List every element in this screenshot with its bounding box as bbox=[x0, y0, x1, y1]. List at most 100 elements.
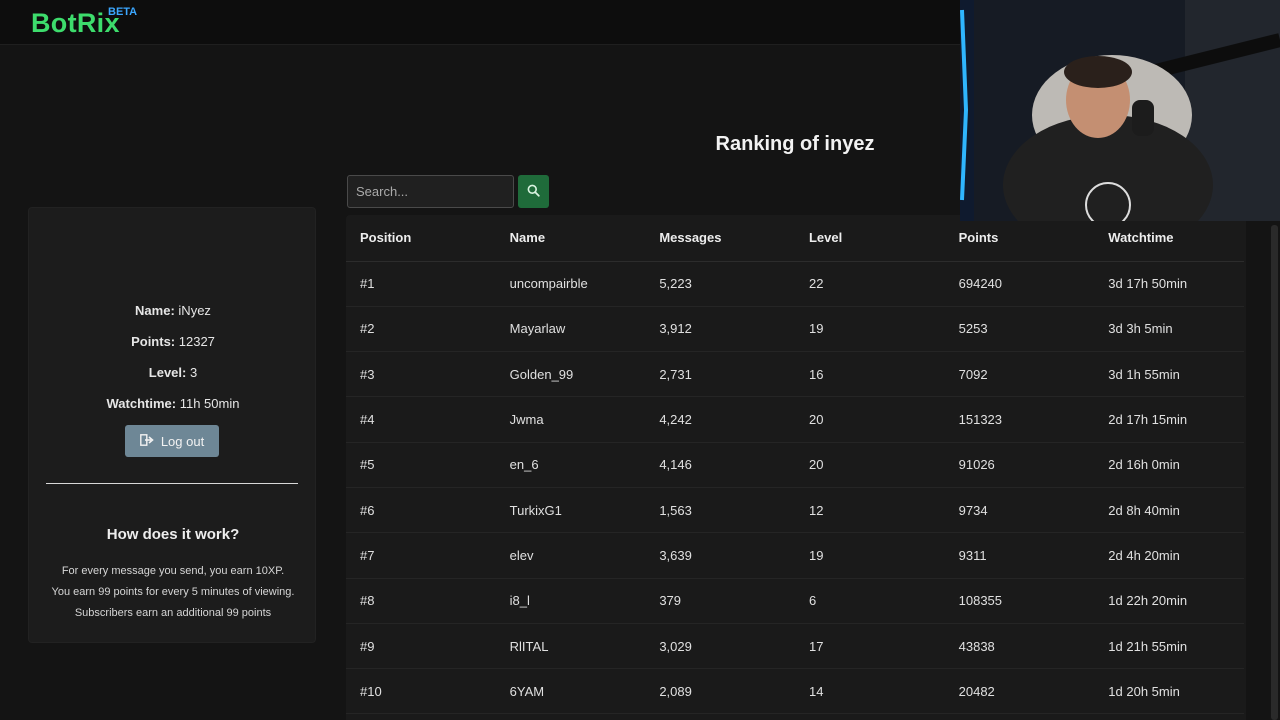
column-header-messages[interactable]: Messages bbox=[645, 215, 795, 262]
cell-points: 43838 bbox=[944, 623, 1095, 670]
profile-level: Level: 3 bbox=[29, 365, 317, 380]
cell-messages: 3,912 bbox=[645, 306, 795, 353]
how-line: Subscribers earn an additional 99 points bbox=[74, 607, 272, 619]
cell-name: elev bbox=[495, 532, 646, 579]
cell-position: #3 bbox=[346, 351, 496, 398]
cell-name: Jwma bbox=[495, 396, 646, 443]
cell-position: #9 bbox=[346, 623, 496, 670]
cell-points: 5253 bbox=[944, 306, 1095, 353]
cell-position: #4 bbox=[346, 396, 496, 443]
cell-messages: 2,731 bbox=[645, 351, 795, 398]
cell-watchtime: 3d 1h 55min bbox=[1094, 351, 1244, 398]
table-row: #2 Mayarlaw 3,912 19 5253 3d 3h 5min bbox=[346, 306, 1244, 353]
points-value: 12327 bbox=[178, 334, 215, 349]
ranking-table: Position Name Messages Level Points Watc… bbox=[346, 215, 1246, 720]
search-button[interactable] bbox=[518, 175, 549, 208]
cell-points: 91026 bbox=[944, 442, 1095, 488]
cell-name: Mayarlaw bbox=[495, 306, 646, 353]
cell-watchtime: 2d 16h 0min bbox=[1094, 442, 1244, 488]
cell-position: #10 bbox=[346, 668, 496, 715]
search-input[interactable] bbox=[347, 175, 514, 208]
cell-name: TurkixG1 bbox=[495, 487, 646, 534]
logout-button[interactable]: Log out bbox=[125, 425, 219, 457]
cell-level: 12 bbox=[794, 487, 945, 534]
table-row: #6 TurkixG1 1,563 12 9734 2d 8h 40min bbox=[346, 487, 1244, 534]
cell-messages: 4,242 bbox=[645, 396, 795, 443]
table-header-row: Position Name Messages Level Points Watc… bbox=[346, 215, 1244, 262]
table-row: #10 6YAM 2,089 14 20482 1d 20h 5min bbox=[346, 668, 1244, 715]
beta-badge: BETA bbox=[108, 6, 138, 18]
brand-logo[interactable]: BotRix bbox=[31, 8, 120, 39]
column-header-name[interactable]: Name bbox=[495, 215, 646, 262]
cell-position: #8 bbox=[346, 578, 496, 624]
cell-position: #6 bbox=[346, 487, 496, 534]
cell-watchtime: 1d 22h 20min bbox=[1094, 578, 1244, 624]
cell-level: 16 bbox=[794, 351, 945, 398]
table-row: #4 Jwma 4,242 20 151323 2d 17h 15min bbox=[346, 396, 1244, 443]
level-label: Level: bbox=[148, 365, 187, 380]
cell-level: 20 bbox=[794, 396, 945, 443]
how-line: You earn 99 points for every 5 minutes o… bbox=[51, 586, 295, 598]
cell-watchtime: 1d 20h 5min bbox=[1094, 668, 1244, 715]
webcam-overlay bbox=[960, 0, 1280, 221]
table-row: #8 i8_l 379 6 108355 1d 22h 20min bbox=[346, 578, 1244, 624]
cell-name: uncompairble bbox=[495, 261, 646, 307]
cell-level: 14 bbox=[794, 668, 945, 715]
table-row: #3 Golden_99 2,731 16 7092 3d 1h 55min bbox=[346, 351, 1244, 398]
profile-watchtime: Watchtime: 11h 50min bbox=[29, 396, 317, 411]
cell-level: 6 bbox=[794, 578, 945, 624]
cell-points: 694240 bbox=[944, 261, 1095, 307]
cell-level: 17 bbox=[794, 623, 945, 670]
points-label: Points: bbox=[131, 334, 176, 349]
cell-watchtime: 2d 17h 15min bbox=[1094, 396, 1244, 443]
cell-name: i8_l bbox=[495, 578, 646, 624]
page-title: Ranking of inyez bbox=[715, 133, 875, 155]
cell-watchtime: 3d 17h 50min bbox=[1094, 261, 1244, 307]
column-header-watchtime[interactable]: Watchtime bbox=[1094, 215, 1244, 262]
cell-watchtime: 3d 3h 5min bbox=[1094, 306, 1244, 353]
level-value: 3 bbox=[189, 365, 198, 380]
cell-watchtime: 1d 21h 55min bbox=[1094, 623, 1244, 670]
cell-position: #2 bbox=[346, 306, 496, 353]
scrollbar[interactable] bbox=[1271, 225, 1278, 720]
cell-messages: 3,639 bbox=[645, 532, 795, 579]
cell-name: en_6 bbox=[495, 442, 646, 488]
divider bbox=[46, 483, 298, 484]
cell-points: 108355 bbox=[944, 578, 1095, 624]
cell-messages: 5,223 bbox=[645, 261, 795, 307]
cell-position: #1 bbox=[346, 261, 496, 307]
profile-points: Points: 12327 bbox=[29, 334, 317, 349]
table-row: #1 uncompairble 5,223 22 694240 3d 17h 50min bbox=[346, 261, 1244, 307]
cell-level: 19 bbox=[794, 306, 945, 353]
column-header-level[interactable]: Level bbox=[794, 215, 945, 262]
how-it-works-title: How does it work? bbox=[106, 526, 240, 543]
cell-points: 151323 bbox=[944, 396, 1095, 443]
cell-messages: 2,089 bbox=[645, 668, 795, 715]
cell-points: 9311 bbox=[944, 532, 1095, 579]
table-row: #7 elev 3,639 19 9311 2d 4h 20min bbox=[346, 532, 1244, 579]
how-line: For every message you send, you earn 10X… bbox=[61, 565, 285, 577]
cell-level: 22 bbox=[794, 261, 945, 307]
cell-messages: 379 bbox=[645, 578, 795, 624]
cell-messages: 4,146 bbox=[645, 442, 795, 488]
cell-level: 20 bbox=[794, 442, 945, 488]
cell-points: 7092 bbox=[944, 351, 1095, 398]
cell-level: 19 bbox=[794, 532, 945, 579]
profile-name: Name: iNyez bbox=[29, 303, 317, 318]
watchtime-value: 11h 50min bbox=[179, 396, 240, 411]
table-row: #9 RlITAL 3,029 17 43838 1d 21h 55min bbox=[346, 623, 1244, 670]
search-icon bbox=[527, 184, 540, 200]
cell-name: 6YAM bbox=[495, 668, 646, 715]
cell-points: 9734 bbox=[944, 487, 1095, 534]
cell-messages: 1,563 bbox=[645, 487, 795, 534]
cell-messages: 3,029 bbox=[645, 623, 795, 670]
column-header-position[interactable]: Position bbox=[346, 215, 496, 262]
name-value: iNyez bbox=[178, 303, 211, 318]
cell-position: #5 bbox=[346, 442, 496, 488]
watchtime-label: Watchtime: bbox=[106, 396, 177, 411]
logout-label: Log out bbox=[160, 433, 205, 449]
name-label: Name: bbox=[135, 303, 175, 318]
column-header-points[interactable]: Points bbox=[944, 215, 1095, 262]
cell-watchtime: 2d 4h 20min bbox=[1094, 532, 1244, 579]
cell-name: Golden_99 bbox=[495, 351, 646, 398]
